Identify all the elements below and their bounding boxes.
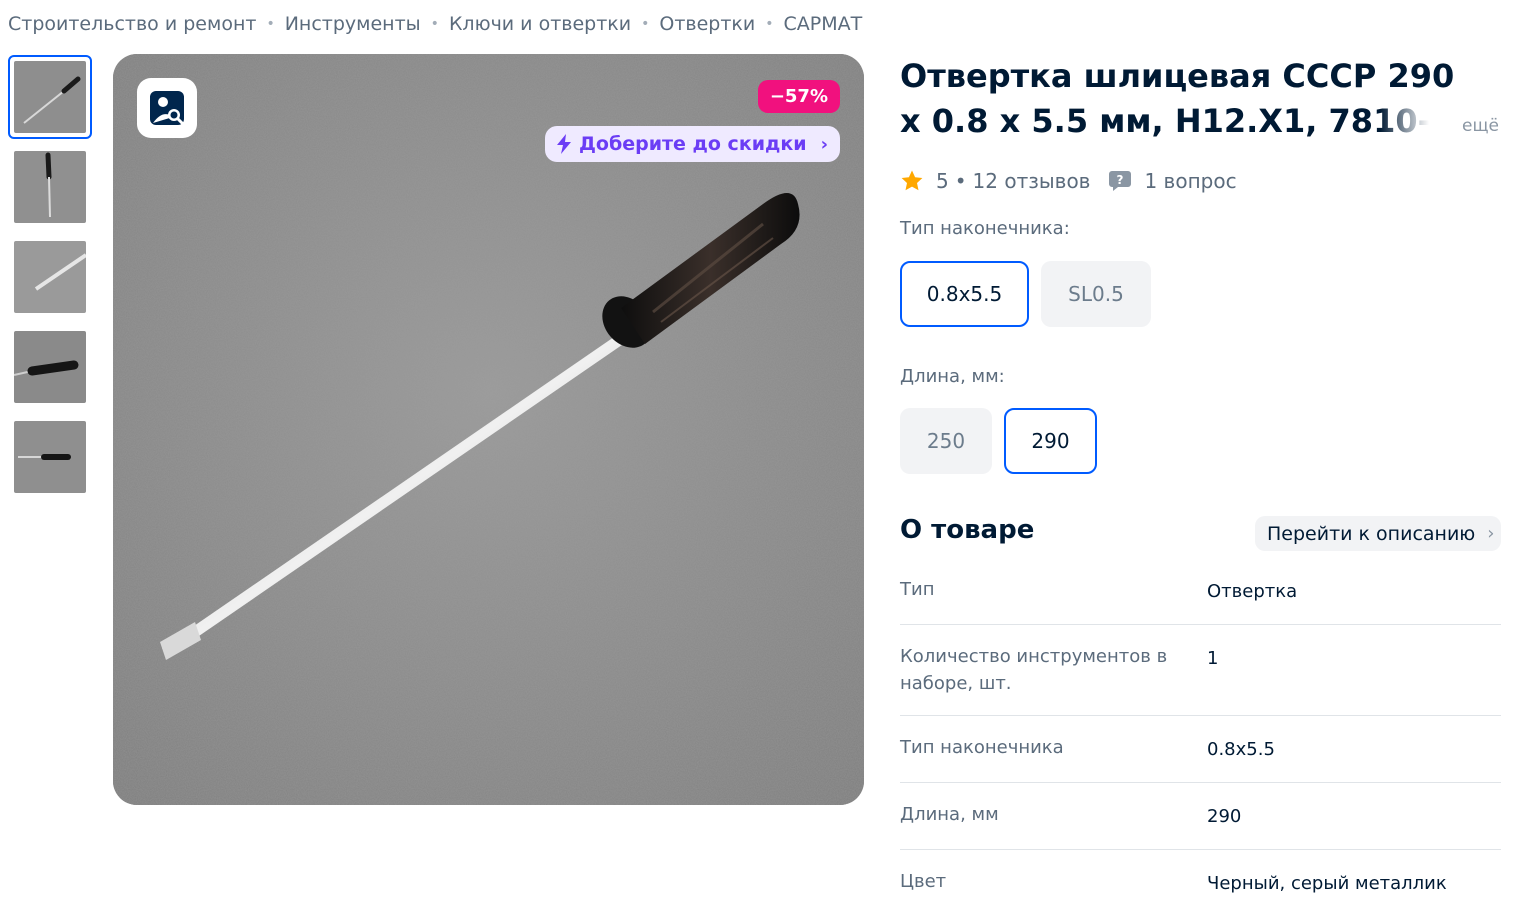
thumbnail-5[interactable] [14,421,86,493]
title-more-link[interactable]: ещё [1462,116,1499,136]
spec-key: Количество инструментов в наборе, шт. [900,646,1168,694]
spec-value: Отвертка [1207,581,1298,602]
length-label: Длина, мм: [900,366,1005,387]
questions-link[interactable]: 1 вопрос [1144,169,1236,193]
spec-row: Тип Отвертка [900,566,1501,625]
product-title: Отвертка шлицевая СССР 290 х 0.8 х 5.5 м… [900,57,1455,140]
thumbnail-2[interactable] [14,151,86,223]
spec-key: Тип наконечника [900,737,1064,758]
breadcrumb-item[interactable]: Инструменты [285,13,421,35]
rating-value: 5 [936,169,949,193]
image-search-button[interactable] [137,78,197,138]
reviews-link[interactable]: 12 отзывов [973,169,1091,193]
title-fade [1380,100,1450,144]
spec-value: 0.8x5.5 [1207,739,1275,760]
discount-promo-label: Доберите до скидки [578,133,807,155]
spec-value: 290 [1207,806,1242,827]
breadcrumb-item[interactable]: Строительство и ремонт [8,13,256,35]
tip-type-option[interactable]: 0.8x5.5 [900,261,1029,327]
goto-description-button[interactable]: Перейти к описанию › [1255,516,1501,551]
discount-badge: −57% [757,80,840,113]
breadcrumb: Строительство и ремонт • Инструменты • К… [8,11,862,37]
spec-value: 1 [1207,648,1219,669]
spec-key: Длина, мм [900,804,999,825]
thumbnail-1[interactable] [14,61,86,133]
rating-row: 5 • 12 отзывов ? 1 вопрос [900,166,1237,196]
spec-value: Черный, серый металлик [1207,873,1447,894]
spec-row: Длина, мм 290 [900,783,1501,850]
goto-description-label: Перейти к описанию [1267,522,1476,545]
about-title: О товаре [900,515,1035,545]
breadcrumb-separator: • [266,16,275,32]
thumbnail-3[interactable] [14,241,86,313]
length-option[interactable]: 250 [900,408,992,474]
breadcrumb-separator: • [641,16,650,32]
spec-key: Тип [900,579,935,600]
spec-key: Цвет [900,871,947,892]
tip-type-label: Тип наконечника: [900,218,1070,239]
length-option[interactable]: 290 [1004,408,1097,474]
breadcrumb-item[interactable]: Ключи и отвертки [449,13,631,35]
lightning-icon [556,134,571,154]
discount-promo-link[interactable]: Доберите до скидки › [544,126,840,162]
spec-row: Количество инструментов в наборе, шт. 1 [900,625,1501,716]
product-main-image[interactable]: −57% Доберите до скидки › [113,54,864,805]
spec-row: Цвет Черный, серый металлик [900,850,1501,910]
breadcrumb-separator: • [765,16,774,32]
spec-row: Тип наконечника 0.8x5.5 [900,716,1501,783]
breadcrumb-item[interactable]: Отвертки [659,13,755,35]
rating-separator: • [954,169,967,193]
chevron-right-icon: › [820,133,828,155]
tip-type-option[interactable]: SL0.5 [1041,261,1151,327]
question-icon: ? [1109,171,1132,191]
image-search-icon [150,91,185,126]
star-icon [901,170,923,191]
product-photo [113,54,864,805]
breadcrumb-item[interactable]: САРМАТ [784,13,863,35]
thumbnail-4[interactable] [14,331,86,403]
chevron-right-icon: › [1487,523,1495,544]
svg-text:?: ? [1117,173,1124,187]
breadcrumb-separator: • [430,16,439,32]
